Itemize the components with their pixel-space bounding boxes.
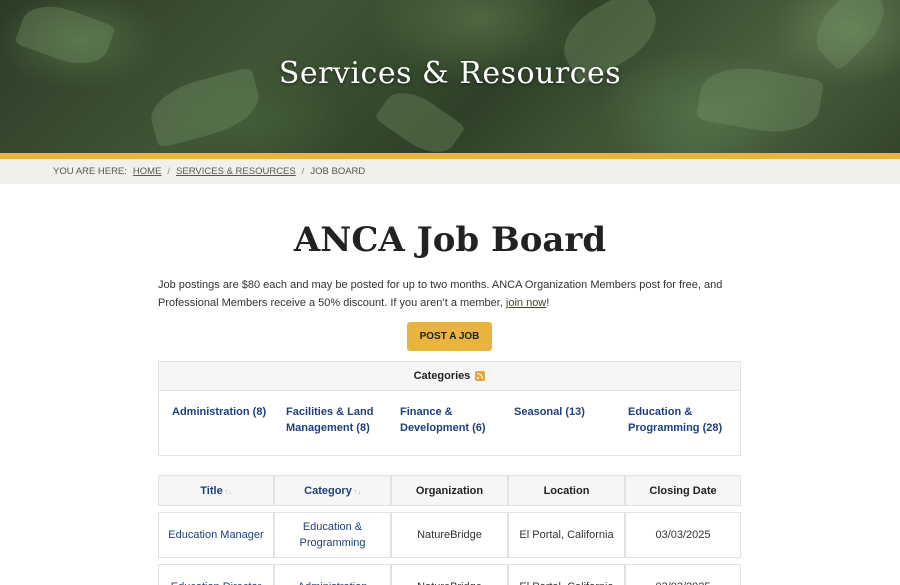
column-title-label: Title: [200, 484, 223, 497]
categories-header: Categories: [159, 362, 740, 391]
breadcrumb-current: JOB BOARD: [310, 166, 366, 177]
column-header-location: Location: [508, 475, 625, 506]
job-location: El Portal, California: [508, 512, 625, 558]
table-row: Education Director Administration Nature…: [158, 564, 741, 585]
job-closing-date: 03/03/2025: [625, 512, 741, 558]
leaf-decoration: [374, 81, 466, 153]
sort-icon: ↑↓: [353, 488, 361, 496]
job-organization: NatureBridge: [391, 564, 508, 585]
post-job-button[interactable]: POST A JOB: [407, 322, 492, 351]
job-category-link[interactable]: Education & Programming: [274, 512, 391, 558]
category-link-facilities[interactable]: Facilities & Land Management (8): [286, 404, 400, 436]
job-title-link[interactable]: Education Manager: [158, 512, 274, 558]
categories-panel: Categories Administration (8) Facilities…: [158, 361, 741, 456]
breadcrumb-prefix: YOU ARE HERE:: [53, 166, 127, 177]
breadcrumb: YOU ARE HERE: HOME / SERVICES & RESOURCE…: [0, 159, 900, 184]
breadcrumb-home-link[interactable]: HOME: [133, 166, 162, 177]
jobs-table: Title ↑↓ Category ↑↓ Organization Location…: [158, 475, 741, 585]
job-organization: NatureBridge: [391, 512, 508, 558]
intro-end: !: [546, 297, 550, 309]
job-title-link[interactable]: Education Director: [158, 564, 274, 585]
table-row: Education Manager Education & Programmin…: [158, 512, 741, 558]
job-closing-date: 03/03/2025: [625, 564, 741, 585]
table-header-row: Title ↑↓ Category ↑↓ Organization Location…: [158, 475, 741, 506]
intro-text: Job postings are $80 each and may be pos…: [158, 276, 748, 312]
column-header-category[interactable]: Category ↑↓: [274, 475, 391, 506]
job-location: El Portal, California: [508, 564, 625, 585]
hero-banner: Services & Resources: [0, 0, 900, 153]
job-category-link[interactable]: Administration: [274, 564, 391, 585]
column-category-label: Category: [304, 484, 352, 497]
join-now-link[interactable]: join now: [506, 297, 546, 309]
column-header-closing-date: Closing Date: [625, 475, 741, 506]
breadcrumb-separator: /: [301, 166, 305, 177]
sort-icon: ↑↓: [224, 488, 232, 496]
category-link-finance[interactable]: Finance & Development (6): [400, 404, 514, 436]
categories-heading: Categories: [413, 370, 471, 382]
breadcrumb-services-link[interactable]: SERVICES & RESOURCES: [176, 166, 296, 177]
breadcrumb-separator: /: [167, 166, 171, 177]
column-header-title[interactable]: Title ↑↓: [158, 475, 274, 506]
category-link-seasonal[interactable]: Seasonal (13): [514, 404, 628, 436]
category-link-administration[interactable]: Administration (8): [172, 404, 286, 436]
category-link-education[interactable]: Education & Programming (28): [628, 404, 728, 436]
rss-icon[interactable]: [475, 371, 486, 381]
categories-list: Administration (8) Facilities & Land Man…: [159, 391, 740, 436]
intro-body: Job postings are $80 each and may be pos…: [158, 279, 723, 309]
column-header-organization: Organization: [391, 475, 508, 506]
hero-title: Services & Resources: [278, 56, 622, 91]
page-title: ANCA Job Board: [293, 220, 607, 260]
